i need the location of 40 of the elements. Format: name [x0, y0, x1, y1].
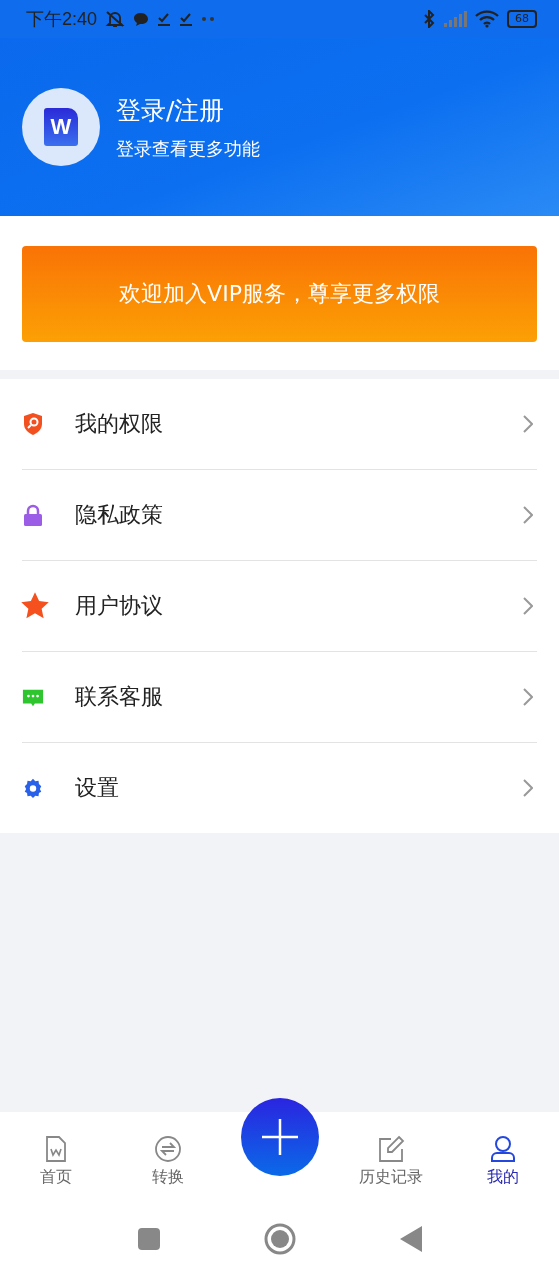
edit-icon [377, 1135, 406, 1163]
user-icon [489, 1135, 518, 1163]
status-time: 下午2:40 [26, 8, 98, 31]
nav-tab[interactable]: 我的 [447, 1112, 559, 1189]
chevron-right-icon [523, 415, 533, 433]
chevron-right-icon [523, 779, 533, 797]
menu-label: 我的权限 [75, 410, 164, 438]
login-link[interactable]: 登录/注册 [116, 93, 260, 127]
mute-icon [105, 10, 126, 28]
chevron-right-icon [523, 688, 533, 706]
shield-icon [22, 412, 44, 436]
wifi-icon [475, 10, 499, 28]
menu-item[interactable]: 隐私政策 [22, 470, 537, 561]
menu-item[interactable]: 我的权限 [22, 379, 537, 470]
bluetooth-icon [423, 10, 435, 28]
menu-item[interactable]: 设置 [22, 743, 537, 833]
menu-item[interactable]: 联系客服 [22, 652, 537, 743]
nav-tab[interactable]: 转换 [111, 1112, 224, 1189]
menu-label: 联系客服 [75, 683, 164, 711]
more-icon [201, 16, 216, 22]
plus-icon [259, 1117, 300, 1157]
chat-icon [133, 12, 150, 26]
lock-icon [22, 503, 44, 527]
battery-indicator: 68 [507, 10, 537, 28]
signal-icon [443, 11, 467, 27]
settings-icon [22, 776, 44, 800]
menu-label: 设置 [75, 774, 120, 802]
nav-tab[interactable]: 历史记录 [335, 1112, 448, 1189]
back-button[interactable] [399, 1226, 422, 1252]
menu-item[interactable]: 用户协议 [22, 561, 537, 652]
chevron-right-icon [523, 506, 533, 524]
swap-arrows-icon [153, 1135, 182, 1163]
home-button[interactable] [263, 1223, 296, 1255]
login-subtitle: 登录查看更多功能 [116, 136, 260, 161]
nav-tab[interactable]: 首页 [0, 1112, 112, 1189]
menu-label: 用户协议 [75, 592, 164, 620]
menu-label: 隐私政策 [75, 501, 164, 529]
recents-button[interactable] [137, 1228, 160, 1250]
app-logo: W [22, 88, 100, 166]
chevron-right-icon [523, 597, 533, 615]
